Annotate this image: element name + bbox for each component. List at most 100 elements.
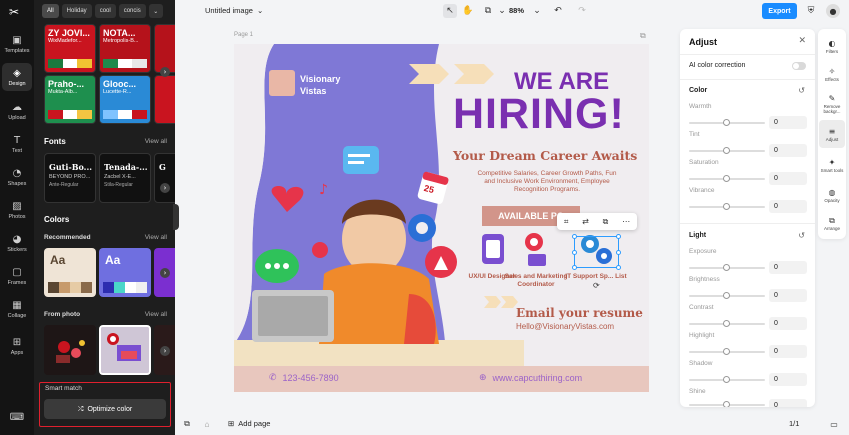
warmth-slider[interactable]: [689, 119, 765, 126]
highlight-value[interactable]: 0: [769, 345, 807, 358]
shadow-slider[interactable]: [689, 376, 765, 383]
slider-thumb[interactable]: [723, 264, 730, 271]
photos-scroll-right-button[interactable]: ›: [160, 346, 170, 356]
add-page-button[interactable]: ⊞ Add page: [228, 419, 270, 428]
zoom-dropdown[interactable]: ⌄: [530, 4, 544, 18]
chip-all[interactable]: All: [42, 4, 59, 18]
phone-contact[interactable]: ✆ 123-456-7890: [269, 373, 339, 383]
palette-card[interactable]: Aa: [99, 248, 151, 297]
rail-remove-background[interactable]: ✎ Remove backgr...: [819, 89, 845, 119]
rail-opacity[interactable]: ◍ Opacity: [819, 181, 845, 209]
shine-slider[interactable]: [689, 401, 765, 407]
saturation-value[interactable]: 0: [769, 172, 807, 185]
redo-button[interactable]: ↷: [575, 4, 589, 18]
email-heading[interactable]: Email your resume: [516, 306, 643, 320]
slider-thumb[interactable]: [723, 147, 730, 154]
tint-value[interactable]: 0: [769, 144, 807, 157]
rotate-handle-icon[interactable]: ⟳: [593, 281, 600, 290]
nav-stickers[interactable]: ◕ Stickers: [2, 229, 32, 257]
undo-button[interactable]: ↶: [551, 4, 565, 18]
exposure-slider[interactable]: [689, 264, 765, 271]
font-card-partial[interactable]: G: [154, 153, 175, 203]
template-card-partial[interactable]: [154, 75, 175, 124]
slider-thumb[interactable]: [723, 320, 730, 327]
slider-thumb[interactable]: [723, 348, 730, 355]
rail-effects[interactable]: ✧ Effects: [819, 60, 845, 88]
template-card-partial[interactable]: [154, 24, 175, 73]
brightness-slider[interactable]: [689, 292, 765, 299]
chip-more-button[interactable]: ⌄: [148, 4, 163, 18]
resize-button[interactable]: ⧉: [481, 4, 495, 18]
grid-view-button[interactable]: ▭: [827, 417, 841, 431]
close-icon[interactable]: ✕: [798, 36, 806, 46]
slider-thumb[interactable]: [723, 292, 730, 299]
rail-filters[interactable]: ◐ Filters: [819, 32, 845, 60]
template-card[interactable]: Praho-... Mukta-Alb...: [44, 75, 96, 124]
template-card[interactable]: Glooc... Lucette-R...: [99, 75, 151, 124]
headline-hiring[interactable]: HIRING!: [453, 90, 625, 139]
warmth-value[interactable]: 0: [769, 116, 807, 129]
replace-icon[interactable]: ⇄: [582, 217, 589, 226]
vibrance-value[interactable]: 0: [769, 200, 807, 213]
fonts-scroll-right-button[interactable]: ›: [160, 183, 170, 193]
fonts-view-all-link[interactable]: View all: [145, 138, 167, 145]
font-card[interactable]: Tenada-... Zacbel X-E... Stila-Regular: [99, 153, 151, 203]
nav-apps[interactable]: ⊞ Apps: [2, 332, 32, 360]
benefits-description[interactable]: Competitive Salaries, Career Growth Path…: [477, 170, 617, 194]
saturation-slider[interactable]: [689, 175, 765, 182]
nav-upload[interactable]: ☁ Upload: [2, 97, 32, 125]
resize-dropdown[interactable]: ⌄: [495, 4, 509, 18]
slider-thumb[interactable]: [723, 119, 730, 126]
highlight-slider[interactable]: [689, 348, 765, 355]
templates-scroll-right-button[interactable]: ›: [160, 67, 170, 77]
panel-collapse-handle[interactable]: [173, 204, 179, 230]
contrast-slider[interactable]: [689, 320, 765, 327]
role-it-support[interactable]: IT Support Sp... List: [564, 270, 628, 281]
lock-button[interactable]: ⌂: [200, 417, 214, 431]
shine-value[interactable]: 0: [769, 399, 807, 407]
recommended-view-all-link[interactable]: View all: [145, 234, 167, 241]
resize-handle[interactable]: [616, 265, 621, 270]
keyboard-shortcuts-button[interactable]: ⌨: [2, 403, 32, 431]
role-sales-marketing[interactable]: Sales and Marketing Coordinator: [504, 270, 568, 288]
avatar[interactable]: ●: [826, 4, 840, 18]
website-contact[interactable]: ⊕ www.capcuthiring.com: [479, 373, 582, 383]
template-card[interactable]: NOTA... Metropolis-B...: [99, 24, 151, 73]
select-tool-button[interactable]: ↖: [443, 4, 457, 18]
document-title-dropdown[interactable]: Untitled image ⌄: [205, 6, 263, 15]
nav-design[interactable]: ◈ Design: [2, 63, 32, 91]
more-icon[interactable]: ⋯: [622, 217, 630, 226]
palettes-scroll-right-button[interactable]: ›: [160, 268, 170, 278]
duplicate-icon[interactable]: ⧉: [603, 217, 609, 227]
slider-thumb[interactable]: [723, 401, 730, 407]
nav-templates[interactable]: ▣ Templates: [2, 30, 32, 58]
nav-shapes[interactable]: ◔ Shapes: [2, 163, 32, 191]
resize-handle[interactable]: [572, 234, 577, 239]
shadow-value[interactable]: 0: [769, 373, 807, 386]
rail-arrange[interactable]: ⧉ Arrange: [819, 209, 845, 237]
brightness-value[interactable]: 0: [769, 289, 807, 302]
subheadline[interactable]: Your Dream Career Awaits: [453, 148, 637, 163]
nav-frames[interactable]: ▢ Frames: [2, 262, 32, 290]
template-card[interactable]: ZY JOVI... WixMadefor...: [44, 24, 96, 73]
optimize-color-button[interactable]: ⤮ Optimize color: [44, 399, 166, 419]
from-photo-view-all-link[interactable]: View all: [145, 311, 167, 318]
nav-photos[interactable]: ▨ Photos: [2, 196, 32, 224]
page-options-icon[interactable]: ⧉: [640, 31, 646, 41]
slider-thumb[interactable]: [723, 175, 730, 182]
ai-color-correction-toggle[interactable]: [792, 62, 806, 70]
nav-text[interactable]: T Text: [2, 130, 32, 158]
hand-tool-button[interactable]: ✋: [461, 4, 475, 18]
rail-adjust[interactable]: ≡ Adjust: [819, 120, 845, 148]
resize-handle[interactable]: [572, 265, 577, 270]
resize-handle[interactable]: [616, 250, 621, 255]
selection-box[interactable]: [572, 234, 621, 270]
slider-thumb[interactable]: [723, 376, 730, 383]
tint-slider[interactable]: [689, 147, 765, 154]
zoom-level[interactable]: 88%: [509, 6, 524, 15]
palette-card[interactable]: Aa: [44, 248, 96, 297]
chip-holiday[interactable]: Holiday: [61, 4, 92, 18]
chip-concise[interactable]: concis: [118, 4, 146, 18]
capcut-logo-icon[interactable]: ✂: [9, 5, 19, 19]
photo-thumbnail[interactable]: [44, 325, 96, 375]
